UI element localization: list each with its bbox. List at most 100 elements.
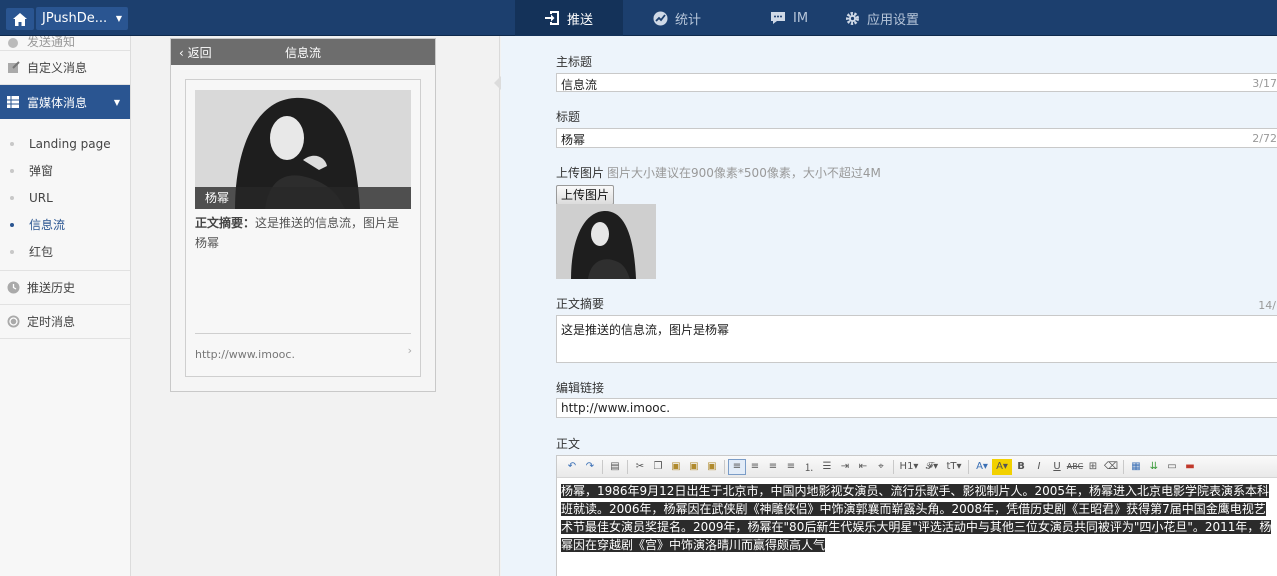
card-image: 杨幂 xyxy=(195,90,411,209)
push-icon xyxy=(545,11,560,25)
rich-text-editor[interactable]: ↶ ↷ ▤ ✂ ❐ ▣ ▣ ▣ ≡ ≡ ≡ ≡ ⒈ ☰ ⇥ ⇤ ⌖ H1▾ 𝓕▾… xyxy=(556,455,1277,576)
print-icon[interactable]: ▤ xyxy=(606,459,624,475)
sidebar: 发送通知 自定义消息 富媒体消息 ▼ Landing page 弹窗 URL 信… xyxy=(0,36,131,576)
sidebar-item-send-notification[interactable]: 发送通知 xyxy=(0,36,130,51)
underline-icon[interactable]: U xyxy=(1048,459,1066,475)
nav-settings[interactable]: 应用设置 xyxy=(835,0,965,36)
editor-content[interactable]: 杨幂，1986年9月12日出生于北京市，中国内地影视女演员、流行乐歌手、影视制片… xyxy=(557,478,1277,558)
summary-label: 正文摘要 xyxy=(556,297,605,311)
bell-icon xyxy=(6,36,20,50)
eraser-icon[interactable]: ⌫ xyxy=(1102,459,1120,475)
unordered-list-icon[interactable]: ☰ xyxy=(818,459,836,475)
heading-icon[interactable]: H1▾ xyxy=(897,459,921,475)
chevron-right-icon: › xyxy=(407,344,412,357)
emoticon-icon[interactable]: ▬ xyxy=(1181,459,1199,475)
main-title-label: 主标题 xyxy=(556,55,593,69)
sidebar-item-label: 自定义消息 xyxy=(27,61,88,75)
submenu-item-label: 红包 xyxy=(29,245,54,259)
sidebar-item-custom-message[interactable]: 自定义消息 xyxy=(0,51,130,85)
font-color-icon[interactable]: A▾ xyxy=(972,459,992,475)
submenu-item-label: URL xyxy=(29,190,53,205)
ordered-list-icon[interactable]: ⒈ xyxy=(800,459,818,475)
bullet-icon xyxy=(10,222,14,227)
align-center-icon[interactable]: ≡ xyxy=(746,459,764,475)
sidebar-item-label: 推送历史 xyxy=(27,281,76,295)
chat-icon xyxy=(770,11,786,25)
stats-icon xyxy=(653,11,668,26)
save-icon[interactable]: ▭ xyxy=(1163,459,1181,475)
upload-label-row: 上传图片 图片大小建议在900像素*500像素，大小不超过4M xyxy=(556,164,881,181)
align-right-icon[interactable]: ≡ xyxy=(764,459,782,475)
paste-icon[interactable]: ▣ xyxy=(667,459,685,475)
nav-stats[interactable]: 统计 xyxy=(623,0,740,36)
feed-card[interactable]: 杨幂 正文摘要：这是推送的信息流，图片是杨幂 http://www.imooc.… xyxy=(185,79,421,377)
title-count: 2/72 xyxy=(1252,132,1277,145)
main-title-input[interactable]: 信息流 3/17 xyxy=(556,73,1277,92)
sidebar-item-label: 富媒体消息 xyxy=(27,95,88,110)
bold-icon[interactable]: B xyxy=(1012,459,1030,475)
redo-icon[interactable]: ↷ xyxy=(581,459,599,475)
submenu-item-landing-page[interactable]: Landing page xyxy=(0,130,130,157)
nav-push-label: 推送 xyxy=(567,12,594,28)
submenu-item-red-packet[interactable]: 红包 xyxy=(0,238,130,265)
bullet-icon xyxy=(10,195,14,200)
summary-textarea[interactable]: 这是推送的信息流，图片是杨幂 xyxy=(556,315,1277,363)
phone-preview: ‹ 返回 信息流 杨幂 正文摘要：这是推送的信息流，图片是杨幂 http://w… xyxy=(170,38,436,392)
main-title-count: 3/17 xyxy=(1252,77,1277,90)
insert-row-icon[interactable]: ⇊ xyxy=(1145,459,1163,475)
upload-image-button[interactable]: 上传图片 xyxy=(556,185,615,205)
sidebar-item-scheduled[interactable]: 定时消息 xyxy=(0,305,130,339)
preview-header: ‹ 返回 信息流 xyxy=(171,39,435,65)
sidebar-item-rich-media[interactable]: 富媒体消息 ▼ xyxy=(0,85,130,119)
grid-icon xyxy=(6,95,20,109)
chevron-down-icon: ▼ xyxy=(115,14,122,23)
submenu-item-popup[interactable]: 弹窗 xyxy=(0,157,130,184)
font-size-icon[interactable]: tT▾ xyxy=(943,459,965,475)
main-title-value: 信息流 xyxy=(561,78,598,92)
paste-text-icon[interactable]: ▣ xyxy=(685,459,703,475)
justify-icon[interactable]: ≡ xyxy=(782,459,800,475)
upload-label: 上传图片 xyxy=(556,166,605,180)
sidebar-item-push-history[interactable]: 推送历史 xyxy=(0,271,130,305)
summary-label: 正文摘要： xyxy=(195,216,256,230)
select-all-icon[interactable]: ⌖ xyxy=(872,459,890,475)
submenu-item-label: Landing page xyxy=(29,136,111,151)
outdent-icon[interactable]: ⇤ xyxy=(854,459,872,475)
copy-icon[interactable]: ❐ xyxy=(649,459,667,475)
card-summary: 正文摘要：这是推送的信息流，图片是杨幂 xyxy=(195,213,411,253)
highlight-icon[interactable]: A▾ xyxy=(992,458,1012,475)
font-family-icon[interactable]: 𝓕▾ xyxy=(921,459,943,475)
strikethrough-icon[interactable]: ABC xyxy=(1066,459,1084,475)
submenu-item-feed[interactable]: 信息流 xyxy=(0,211,130,238)
link-input[interactable]: http://www.imooc. xyxy=(556,398,1277,418)
nav-im-label: IM xyxy=(793,10,809,26)
home-button[interactable] xyxy=(6,8,34,30)
submenu-item-url[interactable]: URL xyxy=(0,184,130,211)
gear-icon xyxy=(845,11,860,26)
cut-icon[interactable]: ✂ xyxy=(631,459,649,475)
divider xyxy=(195,333,411,334)
title-input[interactable]: 杨幂 2/72 xyxy=(556,128,1277,148)
indent-icon[interactable]: ⇥ xyxy=(836,459,854,475)
thumbnail-image xyxy=(556,204,656,279)
link-label: 编辑链接 xyxy=(556,381,605,395)
title-value: 杨幂 xyxy=(561,133,586,147)
image-icon[interactable]: ▦ xyxy=(1127,459,1145,475)
clock-icon xyxy=(6,281,20,295)
main-nav: 推送 统计 IM 应用设置 xyxy=(515,0,965,36)
uploaded-thumbnail xyxy=(556,204,656,279)
app-selector[interactable]: JPushDe... ▼ xyxy=(36,7,128,30)
bullet-icon xyxy=(10,168,14,173)
paste-word-icon[interactable]: ▣ xyxy=(703,459,721,475)
undo-icon[interactable]: ↶ xyxy=(563,459,581,475)
table-icon[interactable]: ⊞ xyxy=(1084,459,1102,475)
sidebar-item-label: 发送通知 xyxy=(27,36,76,49)
nav-push[interactable]: 推送 xyxy=(515,0,623,36)
title-label: 标题 xyxy=(556,110,581,124)
card-link[interactable]: http://www.imooc. xyxy=(195,348,295,361)
preview-title: 信息流 xyxy=(284,45,321,60)
italic-icon[interactable]: I xyxy=(1030,459,1048,475)
align-left-icon[interactable]: ≡ xyxy=(728,458,746,475)
nav-im[interactable]: IM xyxy=(740,0,835,36)
edit-form: 主标题 信息流 3/17 标题 杨幂 2/72 上传图片 图片大小建议在900像素… xyxy=(501,36,1277,576)
